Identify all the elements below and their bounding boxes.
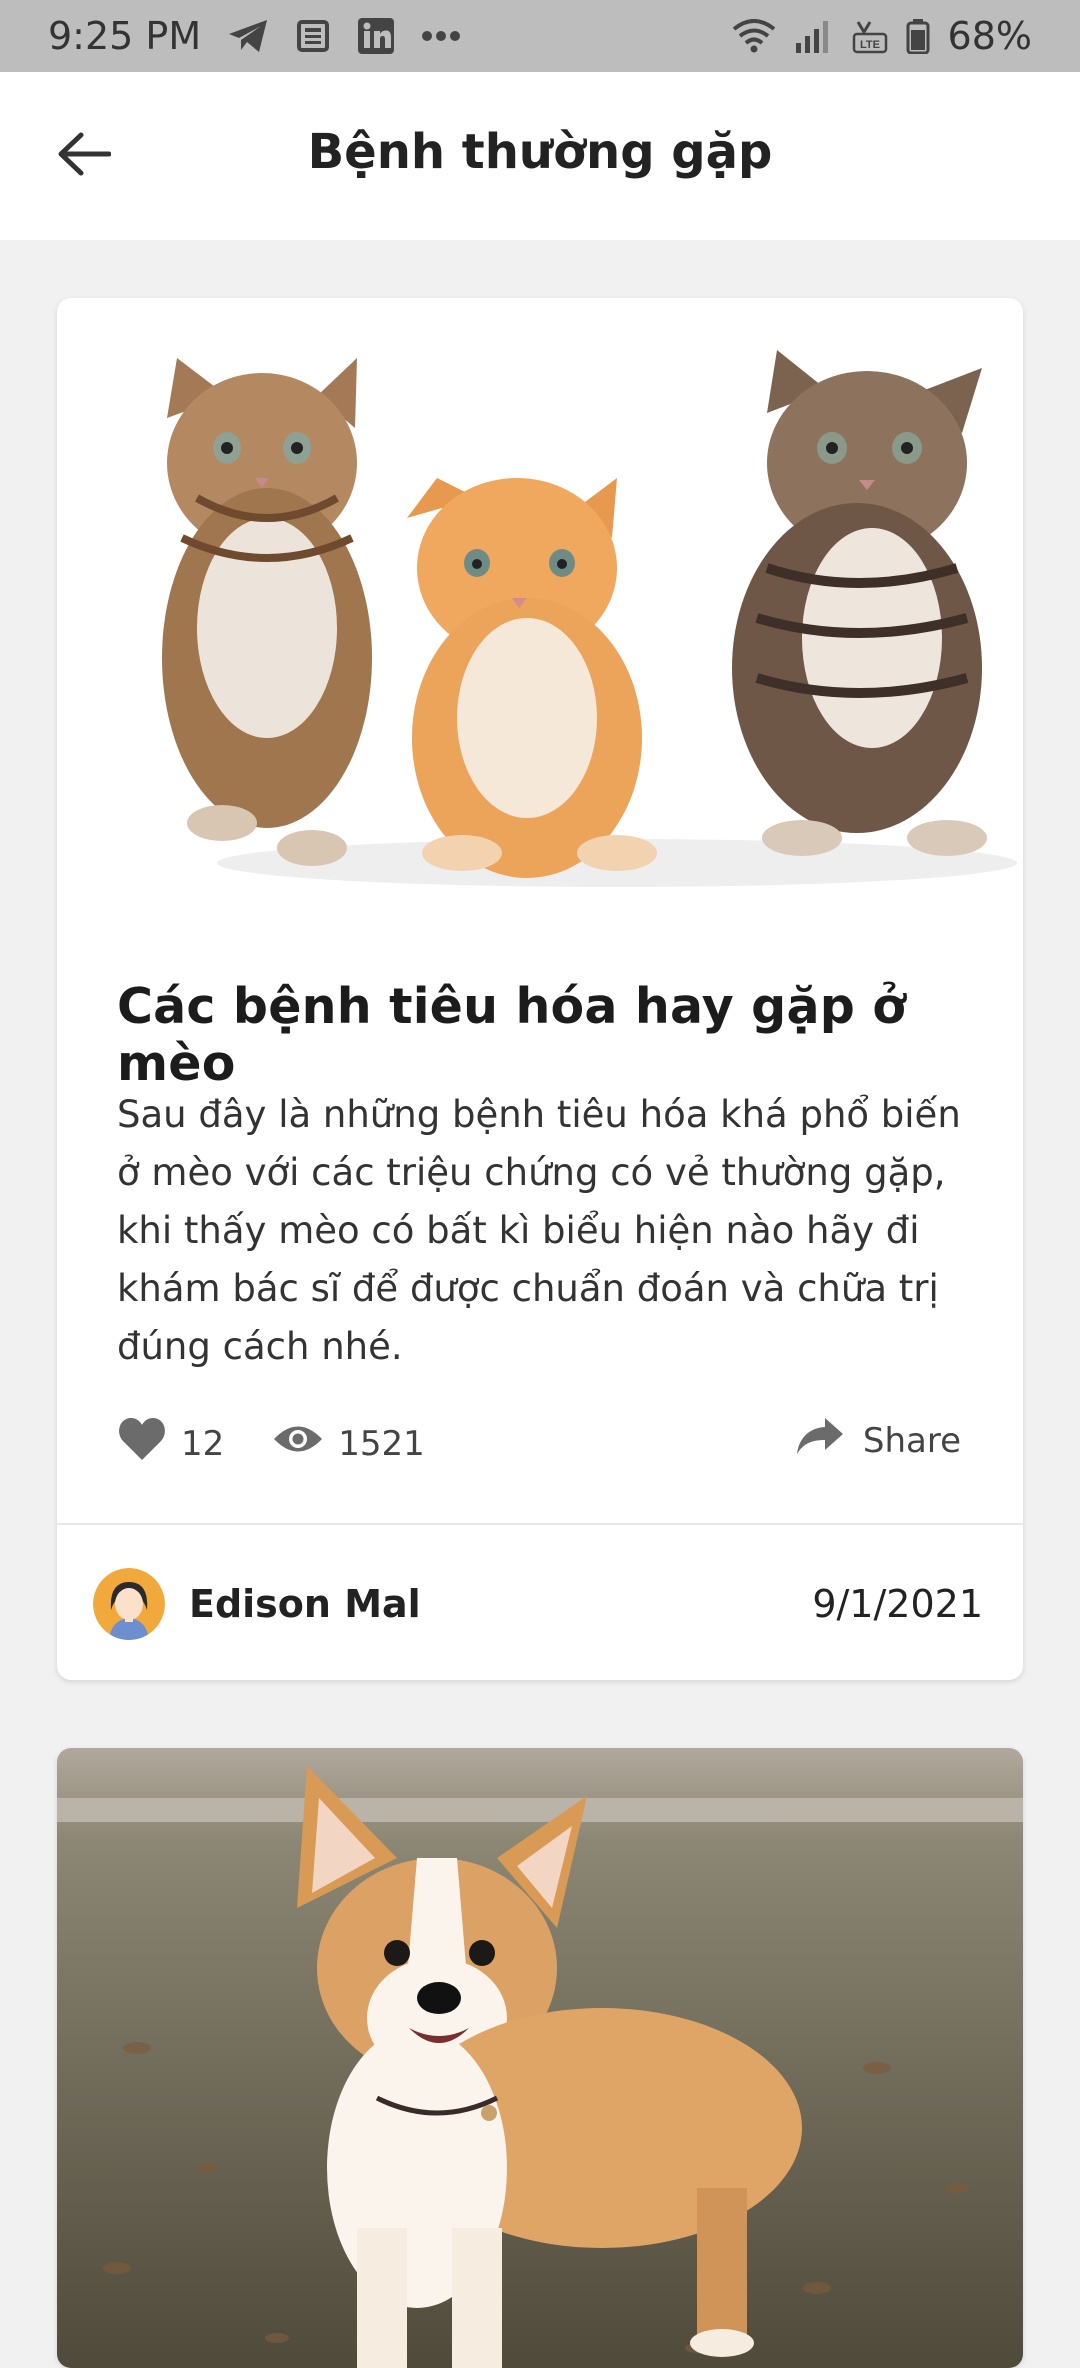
article-card[interactable]: Các bệnh tiêu hóa hay gặp ở mèo Sau đây …	[57, 298, 1023, 1680]
article-title[interactable]: Các bệnh tiêu hóa hay gặp ở mèo	[117, 978, 1023, 1092]
author-info: Edison Mal	[93, 1568, 421, 1640]
battery-icon	[906, 18, 930, 54]
status-bar: 9:25 PM LTE 68%	[0, 0, 1080, 72]
telegram-icon	[227, 18, 269, 54]
linkedin-icon	[357, 17, 395, 55]
heart-icon[interactable]	[117, 1416, 167, 1471]
article-card[interactable]	[57, 1748, 1023, 2368]
share-button[interactable]: Share	[795, 1416, 961, 1465]
author-name: Edison Mal	[189, 1582, 421, 1626]
network-label: LTE	[860, 39, 880, 51]
views-stat: 1521	[272, 1422, 425, 1465]
share-label: Share	[862, 1420, 961, 1461]
card-divider	[57, 1523, 1023, 1525]
volte-icon: LTE	[852, 18, 888, 54]
avatar	[93, 1568, 165, 1640]
like-count: 12	[181, 1423, 225, 1464]
views-count: 1521	[338, 1423, 425, 1464]
eye-icon	[272, 1422, 324, 1465]
article-description: Sau đây là những bệnh tiêu hóa khá phổ b…	[117, 1093, 961, 1368]
app-bar: Bệnh thường gặp	[0, 72, 1080, 240]
like-stat[interactable]: 12	[117, 1416, 224, 1471]
article-stats: 12 1521	[117, 1416, 473, 1471]
signal-icon	[794, 19, 834, 53]
more-notifications-icon	[421, 30, 461, 42]
article-image-corgi	[57, 1748, 1023, 2368]
news-icon	[295, 18, 331, 54]
page-title: Bệnh thường gặp	[307, 124, 773, 180]
article-image-kittens	[57, 298, 1023, 908]
status-time: 9:25 PM	[48, 14, 202, 58]
article-date: 9/1/2021	[812, 1582, 983, 1626]
share-arrow-icon	[795, 1416, 845, 1465]
battery-percent: 68%	[947, 14, 1032, 58]
wifi-icon	[732, 19, 776, 53]
